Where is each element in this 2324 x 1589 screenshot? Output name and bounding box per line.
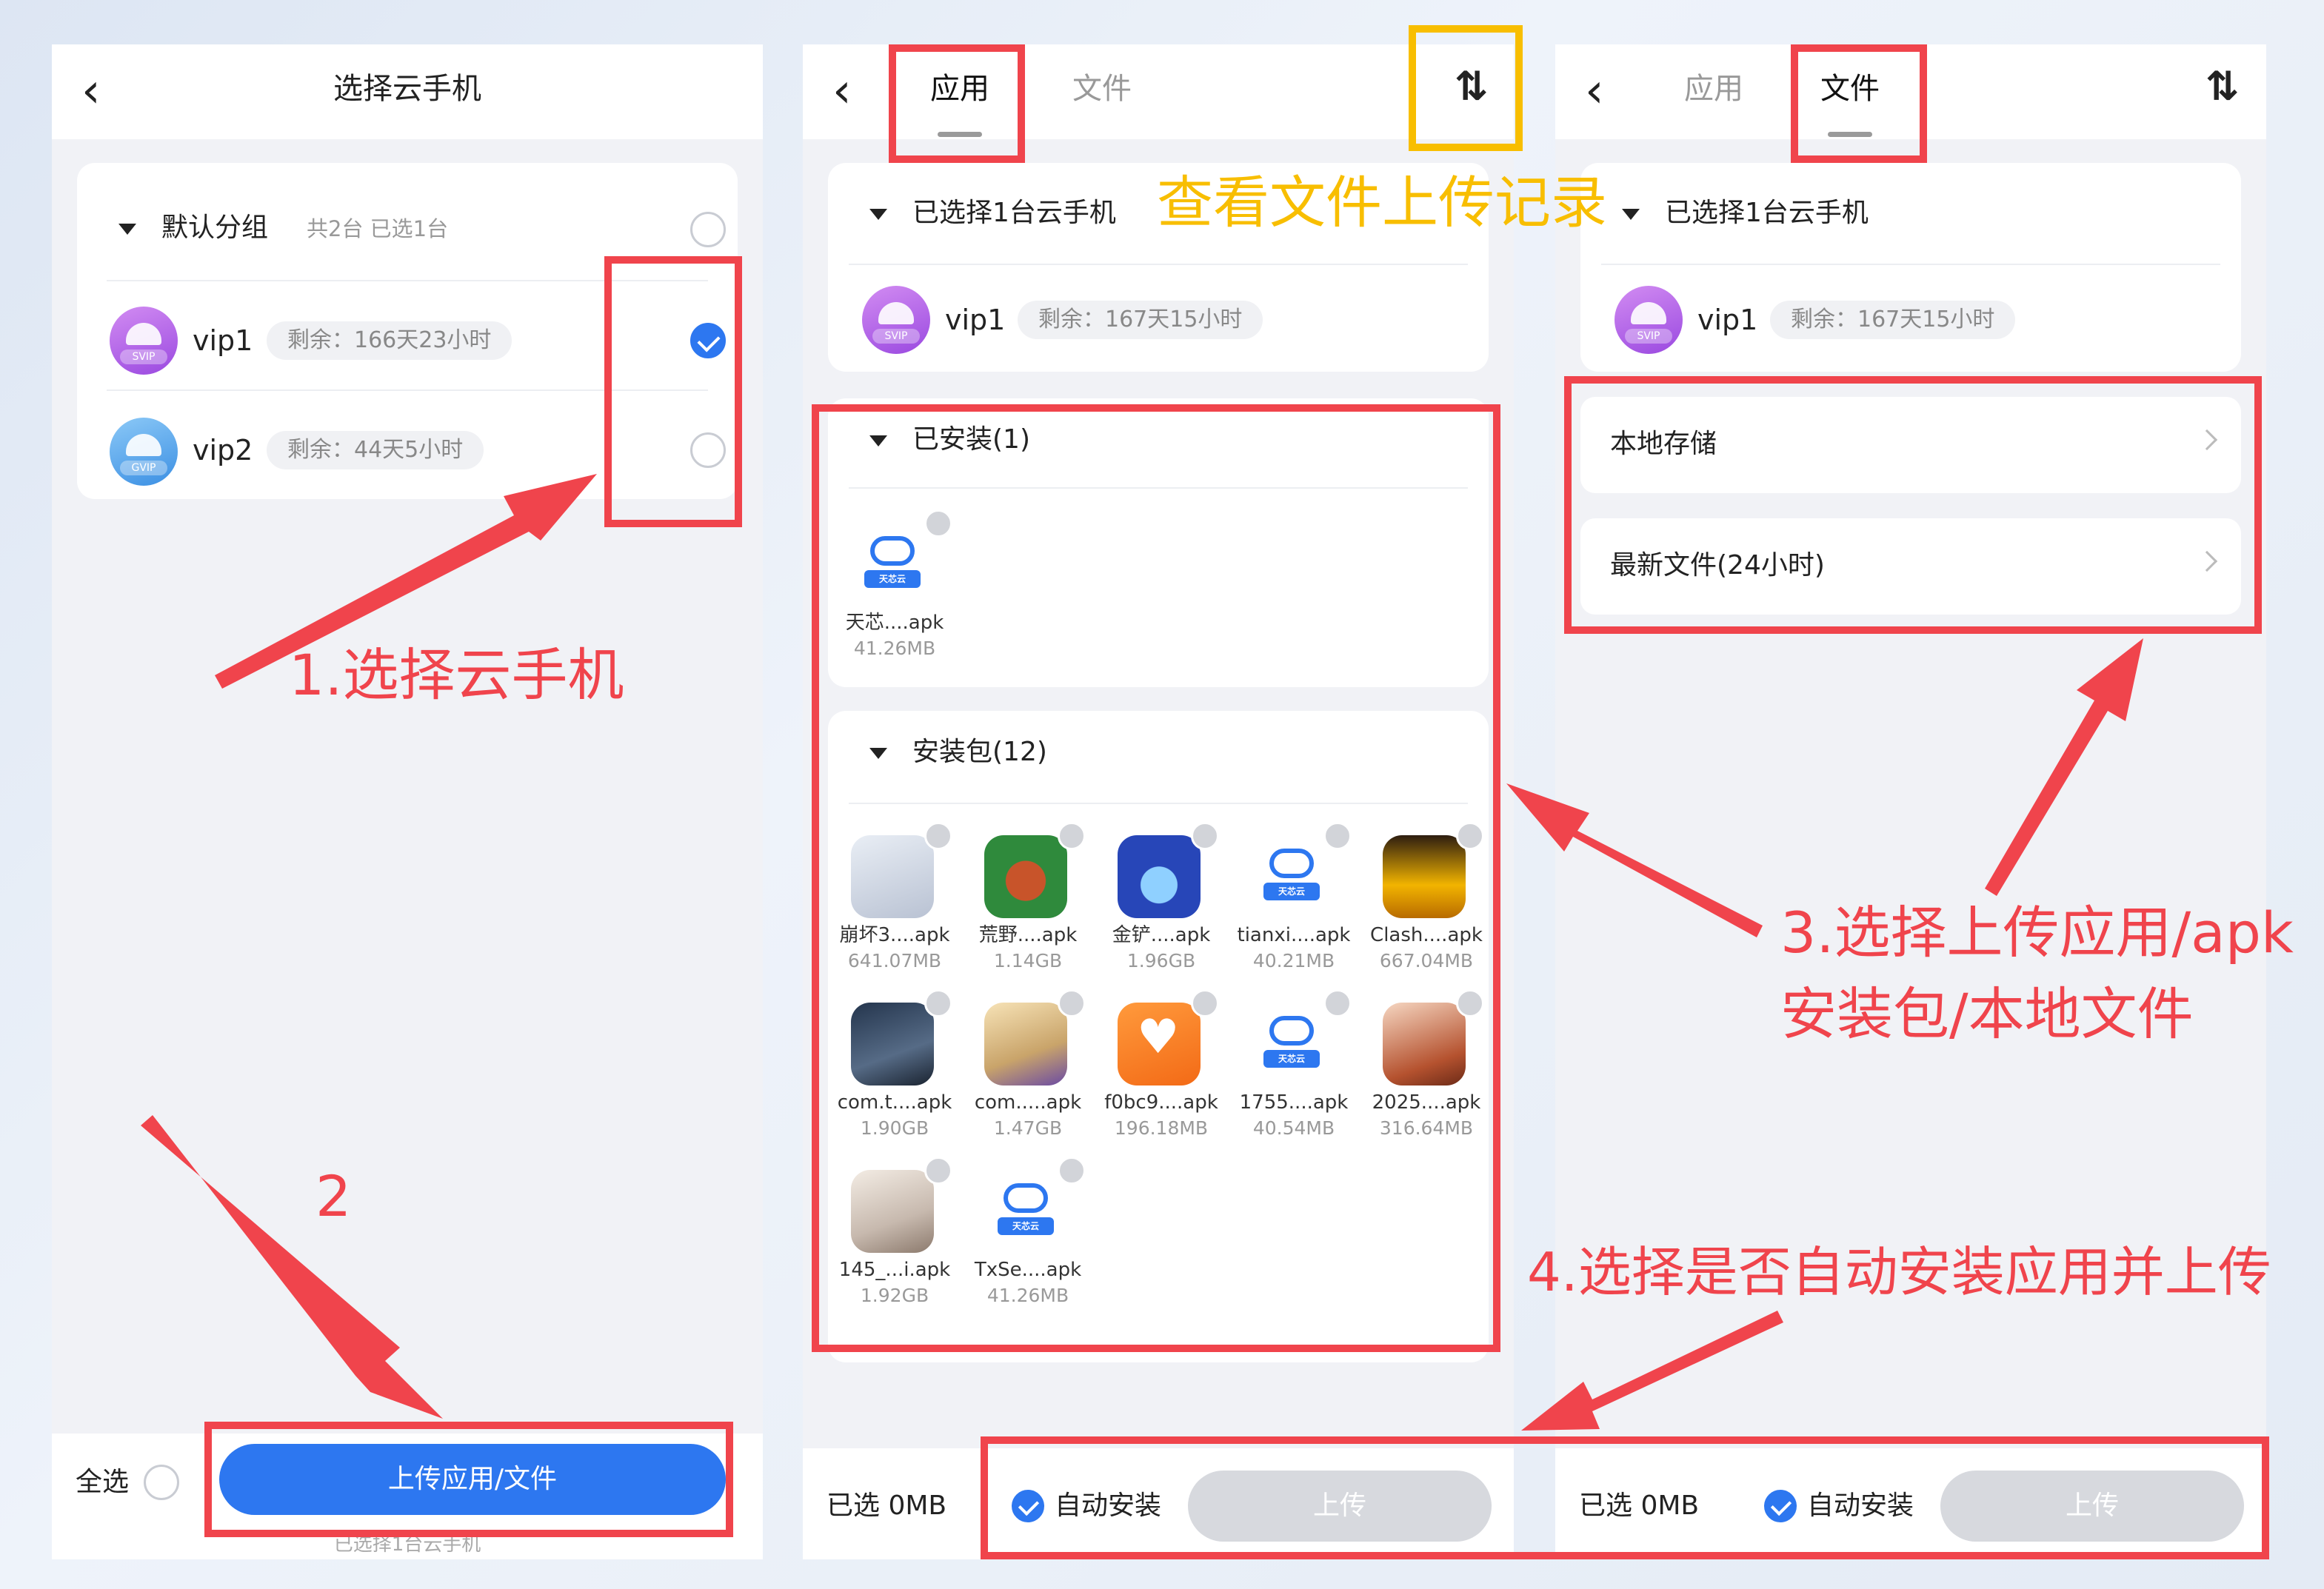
android-icon <box>126 434 161 456</box>
top-bar: ‹ 选择云手机 <box>52 44 763 139</box>
sort-swap-icon[interactable]: ⇅ <box>2206 61 2239 113</box>
selected-size: 已选 0MB <box>827 1491 947 1521</box>
highlight-box-sort-icon <box>1409 25 1523 151</box>
device-name: vip1 <box>1697 304 1758 336</box>
back-arrow-icon[interactable]: ‹ <box>832 65 884 117</box>
android-icon <box>1631 302 1666 324</box>
highlight-box-upload-button <box>204 1422 733 1537</box>
vip-tag: SVIP <box>872 329 920 344</box>
selected-header: 已选择1台云手机 <box>912 198 1116 228</box>
group-name: 默认分组 <box>161 213 269 243</box>
divider <box>1601 264 2220 265</box>
files-tab-screen: ‹ 应用 文件 ⇅ 已选择1台云手机 SVIP vip1 剩余：167天15小时… <box>1555 44 2266 1559</box>
highlight-box-apps-tab <box>889 44 1025 163</box>
divider <box>849 264 1468 265</box>
step2-label: 2 <box>315 1163 352 1229</box>
highlight-box-device-select <box>604 256 742 527</box>
group-select-radio[interactable] <box>690 212 726 247</box>
tab-files[interactable]: 文件 <box>1072 67 1132 111</box>
collapse-caret-icon[interactable] <box>869 209 887 220</box>
vip-tag: SVIP <box>1625 329 1672 344</box>
device-avatar: GVIP <box>110 418 178 486</box>
collapse-caret-icon[interactable] <box>118 224 136 235</box>
android-icon <box>878 302 914 324</box>
remaining-time: 剩余：167天15小时 <box>1770 301 2016 339</box>
back-arrow-icon[interactable]: ‹ <box>1585 65 1637 117</box>
selected-device-card: 已选择1台云手机 SVIP vip1 剩余：167天15小时 <box>1580 163 2241 372</box>
remaining-time: 剩余：167天15小时 <box>1018 301 1263 339</box>
selected-header: 已选择1台云手机 <box>1665 198 1869 228</box>
tab-apps[interactable]: 应用 <box>1684 67 1743 111</box>
remaining-time: 剩余：166天23小时 <box>267 321 512 360</box>
collapse-caret-icon[interactable] <box>1622 209 1640 220</box>
group-meta: 共2台 已选1台 <box>307 216 449 241</box>
device-avatar: SVIP <box>1615 286 1683 354</box>
android-icon <box>126 323 161 345</box>
device-avatar: SVIP <box>110 307 178 375</box>
device-name: vip1 <box>193 324 253 357</box>
vip-tag: GVIP <box>120 461 167 475</box>
vip-tag: SVIP <box>120 349 167 364</box>
view-log-label: 查看文件上传记录 <box>1157 170 1607 235</box>
select-all-label: 全选 <box>76 1467 130 1497</box>
step1-label: 1.选择云手机 <box>289 642 624 708</box>
step4-label: 4.选择是否自动安装应用并上传 <box>1527 1241 2271 1303</box>
device-name: vip1 <box>945 304 1006 336</box>
highlight-box-file-sources <box>1564 376 2262 634</box>
step3-label-line2: 安装包/本地文件 <box>1780 981 2194 1047</box>
device-avatar: SVIP <box>862 286 930 354</box>
device-name: vip2 <box>193 434 253 466</box>
highlight-box-bottom-actions <box>981 1436 2269 1559</box>
page-title: 选择云手机 <box>333 72 481 106</box>
remaining-time: 剩余：44天5小时 <box>267 431 484 469</box>
highlight-box-files-tab <box>1791 44 1927 163</box>
select-all-radio[interactable] <box>144 1465 179 1500</box>
highlight-box-app-list <box>812 404 1500 1352</box>
step3-label-line1: 3.选择上传应用/apk <box>1780 900 2294 966</box>
